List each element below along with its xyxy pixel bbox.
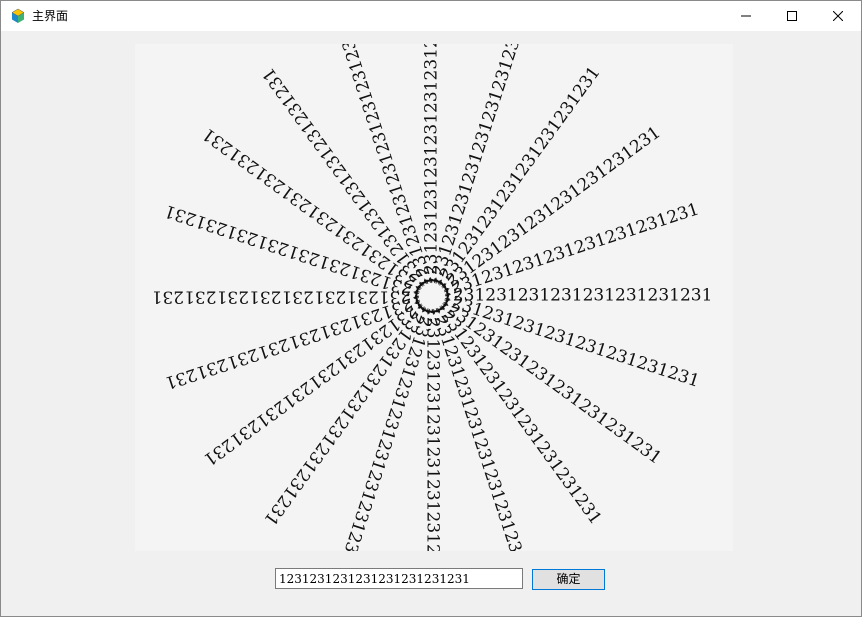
main-window: 主界面 1231231231231231231231231 12312312312…	[0, 0, 862, 617]
minimize-button[interactable]	[723, 1, 769, 31]
drawing-canvas: 1231231231231231231231231 123123123123123…	[135, 44, 733, 551]
spiral-text-drawing: 1231231231231231231231231123123123123123…	[152, 44, 713, 551]
close-icon	[833, 11, 843, 21]
close-button[interactable]	[815, 1, 861, 31]
confirm-button[interactable]: 确定	[532, 569, 605, 590]
window-title: 主界面	[32, 9, 69, 23]
cube-app-icon	[10, 8, 26, 24]
maximize-button[interactable]	[769, 1, 815, 31]
maximize-icon	[787, 11, 797, 21]
text-input[interactable]	[275, 568, 523, 589]
title-bar[interactable]: 主界面	[1, 1, 861, 31]
minimize-icon	[741, 11, 751, 21]
